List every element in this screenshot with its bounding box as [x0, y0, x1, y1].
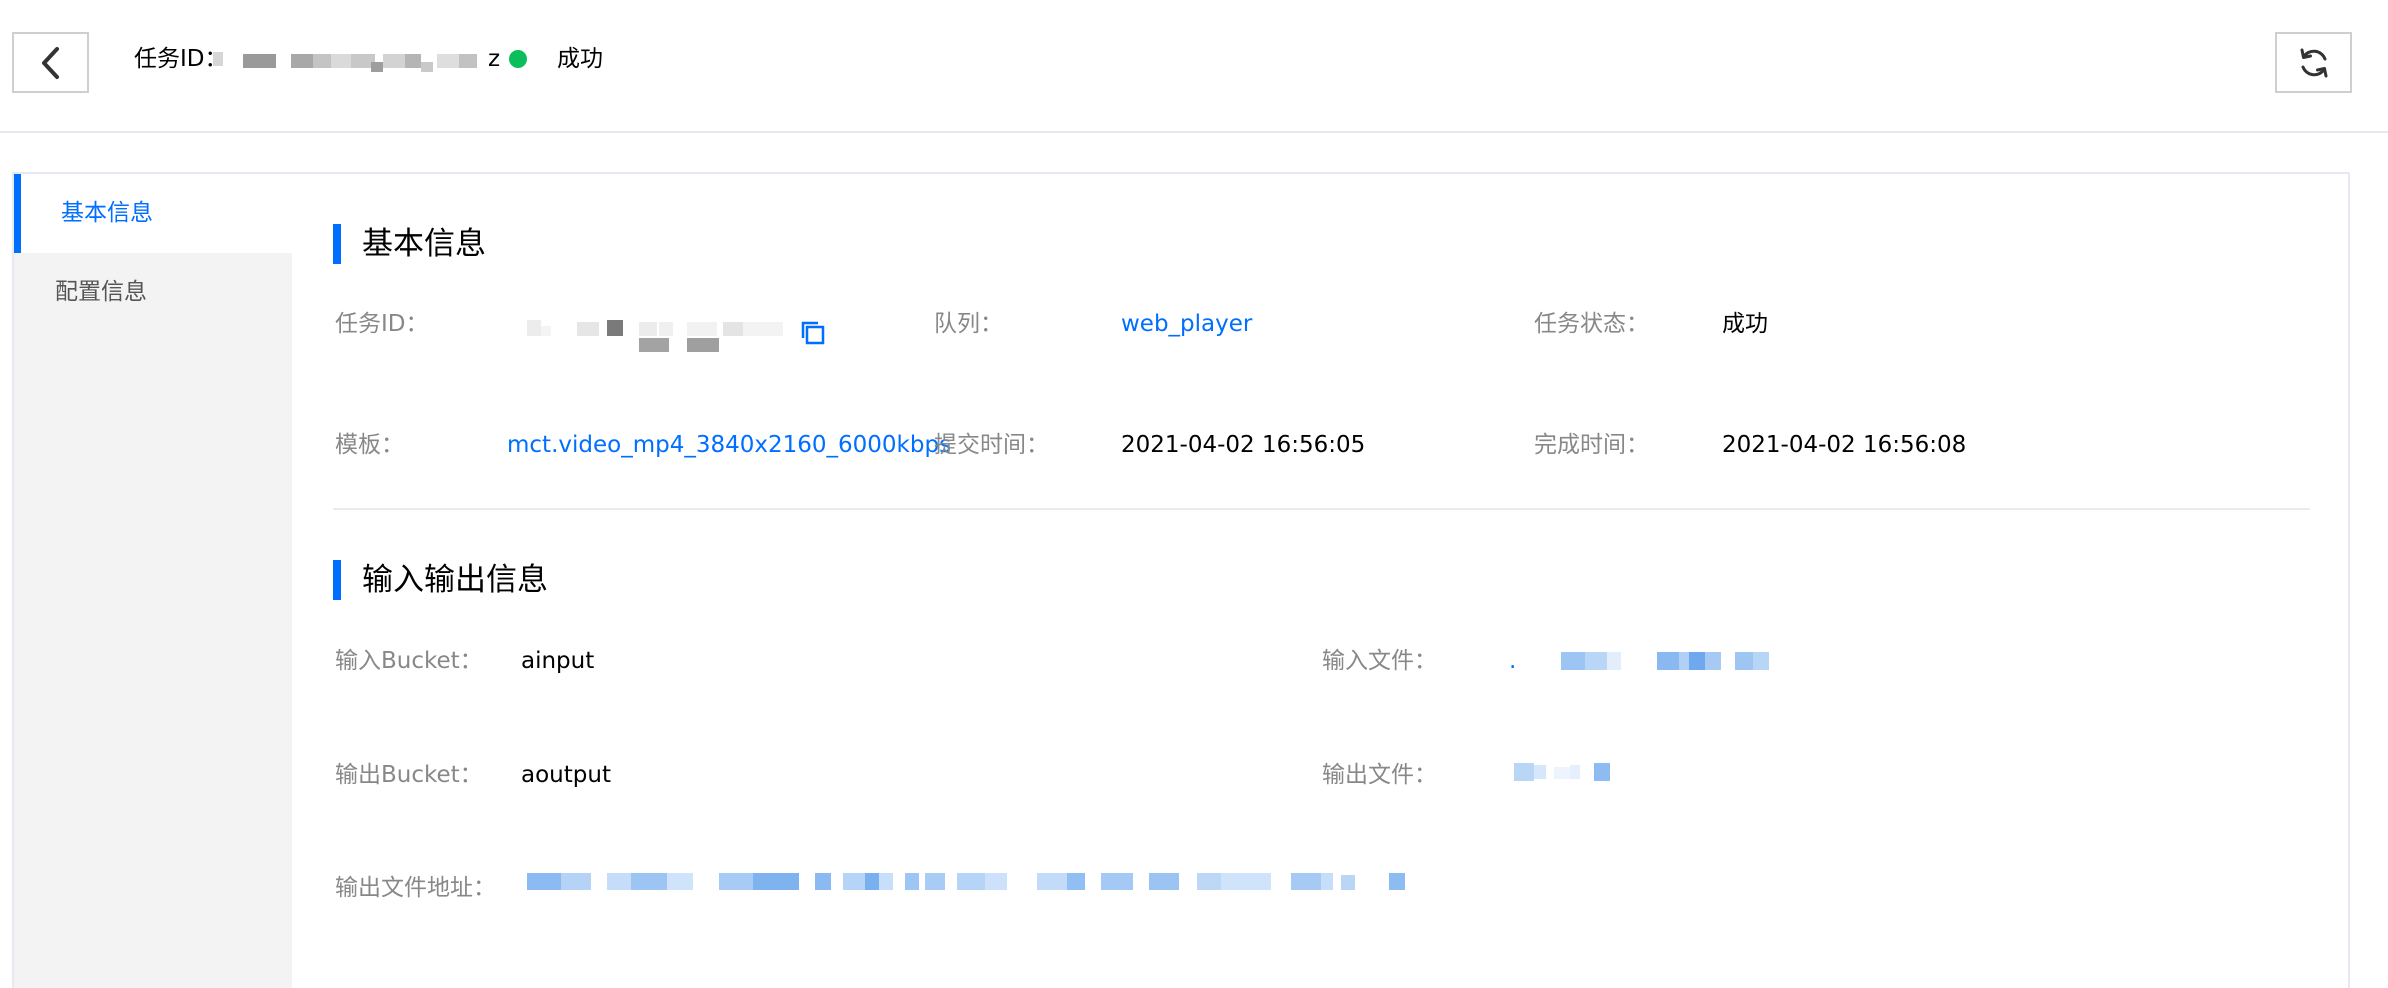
template-label: 模板：	[335, 432, 404, 458]
task-status-value: 成功	[1722, 311, 1768, 337]
chevron-left-icon	[41, 46, 59, 79]
finish-time-label: 完成时间：	[1534, 432, 1649, 458]
queue-link[interactable]: web_player	[1121, 307, 1252, 341]
input-bucket-label: 输入Bucket：	[335, 648, 483, 674]
refresh-button[interactable]	[2275, 32, 2352, 93]
section-divider	[333, 508, 2310, 510]
task-status-label: 任务状态：	[1534, 311, 1649, 337]
section-marker	[333, 560, 341, 600]
output-bucket-label: 输出Bucket：	[335, 762, 483, 788]
output-file-label: 输出文件：	[1322, 762, 1437, 788]
section-marker	[333, 224, 341, 264]
sidebar-item-config-info-label[interactable]: 配置信息	[55, 275, 147, 309]
back-button[interactable]	[12, 32, 89, 93]
submit-time-value: 2021-04-02 16:56:05	[1121, 432, 1366, 458]
output-bucket-value: aoutput	[521, 762, 611, 788]
input-file-link[interactable]: .	[1509, 644, 1516, 678]
section-title-io: 输入输出信息	[362, 562, 548, 598]
finish-time-value: 2021-04-02 16:56:08	[1722, 432, 1967, 458]
task-detail-page: 任务ID： z 成功 基本信息 配置信息 基本信息 任务ID： 队列： web_…	[0, 0, 2388, 988]
sidebar-item-basic-info-label[interactable]: 基本信息	[61, 196, 153, 230]
template-link[interactable]: mct.video_mp4_3840x2160_6000kbps	[507, 428, 951, 462]
header-task-id-suffix: z	[488, 46, 501, 72]
output-address-label: 输出文件地址：	[335, 875, 496, 901]
redacted-task-id	[213, 52, 477, 72]
status-dot-icon	[509, 50, 527, 68]
redacted-input-file[interactable]	[1561, 652, 1771, 672]
input-file-label: 输入文件：	[1322, 648, 1437, 674]
redacted-output-file[interactable]	[1514, 763, 1614, 783]
queue-label: 队列：	[934, 311, 1003, 337]
redacted-task-id-value	[527, 320, 783, 352]
header-status: 成功	[557, 46, 603, 72]
section-title-basic: 基本信息	[362, 226, 486, 262]
header-divider	[0, 131, 2388, 133]
sidebar-active-indicator	[14, 174, 21, 253]
input-bucket-value: ainput	[521, 648, 595, 674]
sidebar	[14, 253, 292, 988]
task-id-label: 任务ID：	[335, 311, 429, 337]
sidebar-item-basic-info[interactable]	[14, 174, 292, 253]
refresh-icon	[2300, 48, 2327, 77]
copy-icon[interactable]	[800, 320, 826, 346]
submit-time-label: 提交时间：	[934, 432, 1049, 458]
redacted-output-address[interactable]	[527, 873, 1407, 893]
